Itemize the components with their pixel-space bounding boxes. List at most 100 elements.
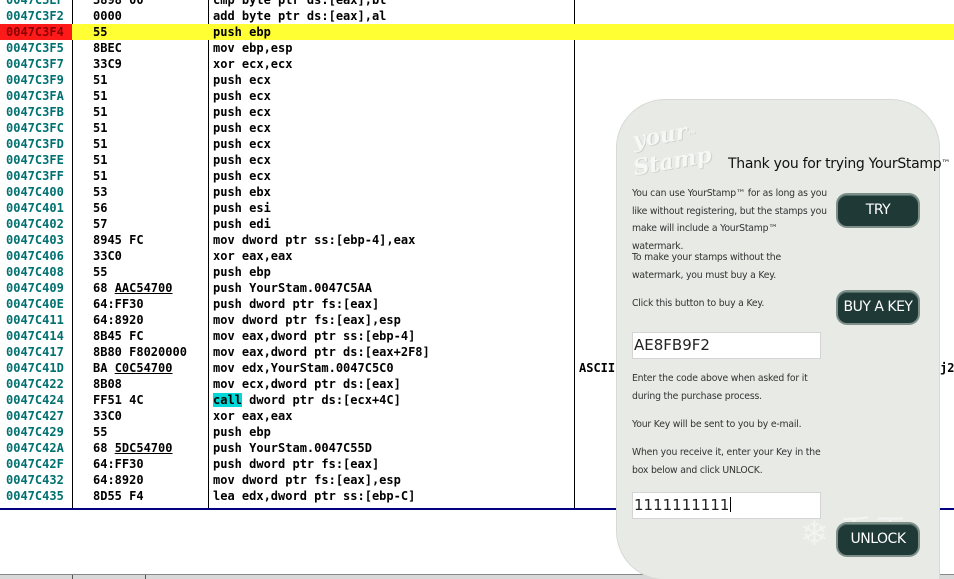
instruction-cell: push ecx — [213, 88, 271, 104]
address-cell: 0047C406 — [6, 249, 64, 263]
instruction-text: push ecx — [213, 89, 271, 103]
address-cell: 0047C41D — [6, 361, 64, 375]
hex-bytes: FF51 4C — [93, 393, 144, 407]
address-cell: 0047C3EF — [6, 0, 64, 7]
unlock-button[interactable]: UNLOCK — [838, 524, 918, 555]
code-line[interactable]: 0047C3F7 33C9 xor ecx,ecx — [0, 56, 954, 72]
hex-bytes: 8945 FC — [93, 233, 144, 247]
hex-bytes: 51 — [93, 153, 108, 167]
hex-cell: 51 — [93, 88, 107, 104]
instruction-cell: xor eax,eax — [213, 408, 292, 424]
instruction-text: push ebp — [213, 25, 271, 39]
code-line[interactable]: 0047C3F5 8BEC mov ebp,esp — [0, 40, 954, 56]
buy-key-button[interactable]: BUY A KEY — [838, 292, 918, 323]
hex-cell: 64:8920 — [93, 472, 144, 488]
hex-cell: 68 5DC54700 — [93, 440, 172, 456]
instruction-cell: mov dword ptr fs:[eax],esp — [213, 472, 401, 488]
instruction-cell: push ebp — [213, 24, 271, 40]
instruction-text: push edi — [213, 217, 271, 231]
instruction-text: mov dword ptr ss:[ebp-4],eax — [213, 233, 416, 247]
address-cell: 0047C424 — [6, 393, 64, 407]
hex-cell: 68 AAC54700 — [93, 280, 172, 296]
code-field[interactable]: AE8FB9F2 — [632, 332, 821, 359]
address-cell: 0047C400 — [6, 185, 64, 199]
hex-cell: 64:FF30 — [93, 296, 144, 312]
hex-bytes: 68 — [93, 441, 115, 455]
hex-bytes: 8B08 — [93, 377, 122, 391]
hex-bytes: 3898 00 — [93, 0, 144, 7]
instruction-cell: mov eax,dword ptr ds:[eax+2F8] — [213, 344, 430, 360]
hex-cell: 51 — [93, 72, 107, 88]
instruction-text: push ecx — [213, 121, 271, 135]
address-cell: 0047C432 — [6, 473, 64, 487]
hex-cell: FF51 4C — [93, 392, 144, 408]
address-cell: 0047C408 — [6, 265, 64, 279]
instruction-cell: push ebp — [213, 424, 271, 440]
instruction-cell: lea edx,dword ptr ss:[ebp-C] — [213, 488, 415, 504]
hex-bytes: 64:8920 — [93, 473, 144, 487]
instruction-cell: push ecx — [213, 72, 271, 88]
instruction-text: mov edx,YourStam.0047C5C0 — [213, 361, 394, 375]
hex-cell: 56 — [93, 200, 107, 216]
instruction-cell: push dword ptr fs:[eax] — [213, 296, 379, 312]
hex-bytes: 0000 — [93, 9, 122, 23]
address-cell: 0047C3F5 — [6, 41, 64, 55]
instruction-text: mov ebp,esp — [213, 41, 293, 55]
address-cell: 0047C3F9 — [6, 73, 64, 87]
instruction-cell: mov edx,YourStam.0047C5C0 — [213, 360, 394, 376]
hex-bytes: 8B80 F8020000 — [93, 345, 187, 359]
key-input[interactable]: 1111111111 — [632, 492, 821, 519]
address-cell: 0047C3FC — [6, 121, 64, 135]
hex-cell: 51 — [93, 168, 107, 184]
key-input-value: 1111111111 — [634, 496, 730, 514]
instruction-text: push ecx — [213, 169, 271, 183]
instruction-text: cmp byte ptr ds:[eax],bl — [213, 0, 387, 7]
hex-bytes: 8B45 FC — [93, 329, 144, 343]
hex-cell: 3898 00 — [93, 0, 144, 8]
address-cell: 0047C427 — [6, 409, 64, 423]
comment-cell: ASCII — [579, 361, 616, 375]
instruction-cell: push ecx — [213, 152, 271, 168]
instruction-cell: push ecx — [213, 120, 271, 136]
code-line[interactable]: 0047C3F9 51 push ecx — [0, 72, 954, 88]
hex-bytes: 64:FF30 — [93, 297, 144, 311]
address-cell: 0047C3F2 — [6, 9, 64, 23]
hex-bytes: 8BEC — [93, 41, 122, 55]
instruction-cell: xor eax,eax — [213, 248, 292, 264]
hex-bytes: 51 — [93, 137, 108, 151]
logo-tm: ™ — [686, 129, 698, 142]
hex-bytes: 64:8920 — [93, 313, 144, 327]
address-cell: 0047C3FE — [6, 153, 64, 167]
instruction-text: lea edx,dword ptr ss:[ebp-C] — [213, 489, 416, 503]
address-cell: 0047C411 — [6, 313, 64, 327]
hex-bytes: 55 — [93, 25, 108, 39]
code-line[interactable]: 0047C3EF 3898 00 cmp byte ptr ds:[eax],bl — [0, 0, 954, 8]
instruction-text: push ecx — [213, 105, 271, 119]
hex-cell: 33C0 — [93, 408, 122, 424]
instruction-cell: push YourStam.0047C55D — [213, 440, 372, 456]
yourstamp-logo: your™ Stamp — [630, 115, 729, 186]
address-cell: 0047C3FA — [6, 89, 64, 103]
try-button[interactable]: TRY — [838, 195, 918, 226]
address-cell: 0047C403 — [6, 233, 64, 247]
hex-cell: 8B08 — [93, 376, 122, 392]
code-line[interactable]: 0047C3F4 55 push ebp — [0, 24, 954, 40]
instruction-cell: push esi — [213, 200, 271, 216]
address-cell: 0047C3FF — [6, 169, 64, 183]
unlock-info-text: When you receive it, enter your Key in t… — [632, 447, 821, 476]
hex-cell: 53 — [93, 184, 107, 200]
header-separator — [72, 575, 73, 579]
instruction-cell: mov ebp,esp — [213, 40, 292, 56]
hex-bytes: 51 — [93, 89, 108, 103]
hex-cell: 51 — [93, 152, 107, 168]
hex-bytes: 8D55 F4 — [93, 489, 144, 503]
instruction-text: mov eax,dword ptr ss:[ebp-4] — [213, 329, 416, 343]
address-cell: 0047C42F — [6, 457, 64, 471]
hex-bytes: 53 — [93, 185, 108, 199]
instruction-text: push ecx — [213, 73, 271, 87]
code-line[interactable]: 0047C3F2 0000 add byte ptr ds:[eax],al — [0, 8, 954, 24]
instruction-cell: add byte ptr ds:[eax],al — [213, 8, 386, 24]
hex-bytes: 55 — [93, 425, 108, 439]
hex-cell: 51 — [93, 136, 107, 152]
dialog-title: Thank you for trying YourStamp™ — [728, 156, 950, 172]
